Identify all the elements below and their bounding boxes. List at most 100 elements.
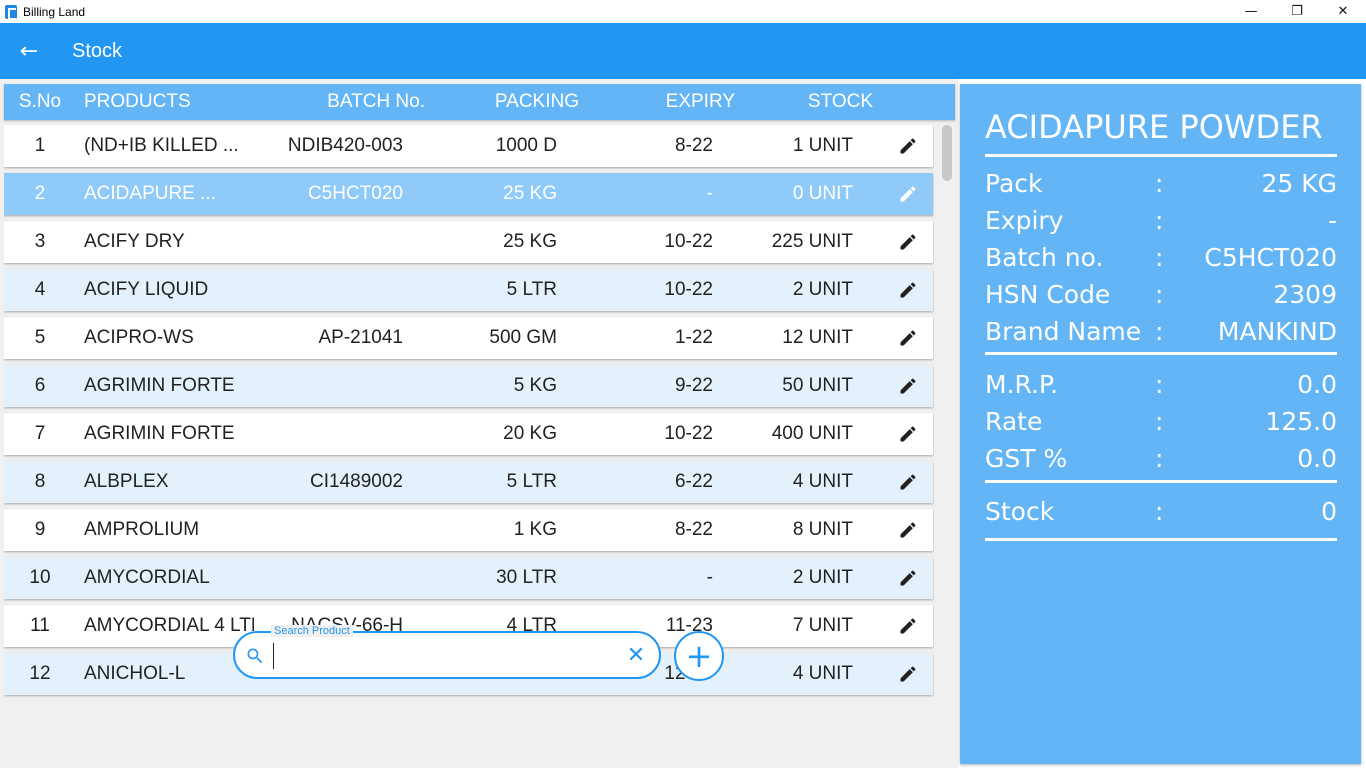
header-expiry: EXPIRY xyxy=(665,91,735,112)
stock-table-body: 1 (ND+IB KILLED ... NDIB420-003 1000 D 8-22 1… xyxy=(4,125,934,698)
row-batch: C5HCT020 xyxy=(307,183,403,204)
row-sno: 9 xyxy=(34,519,46,540)
detail-divider xyxy=(985,154,1337,157)
row-stock: 50 UNIT xyxy=(782,375,853,396)
table-row[interactable]: 4 ACIFY LIQUID 5 LTR 10-22 2 UNIT xyxy=(4,269,933,311)
row-product: AGRIMIN FORTE xyxy=(84,423,235,444)
detail-field-colon: : xyxy=(1155,370,1164,399)
detail-field-value: 0.0 xyxy=(1297,370,1337,399)
app-bar: ← Stock xyxy=(0,23,1366,79)
edit-pencil-icon[interactable] xyxy=(897,519,919,541)
row-sno: 7 xyxy=(34,423,46,444)
row-stock: 225 UNIT xyxy=(771,231,853,252)
edit-pencil-icon[interactable] xyxy=(897,135,919,157)
detail-field-colon: : xyxy=(1155,169,1164,198)
detail-field: Brand Name: MANKIND xyxy=(985,317,1337,353)
detail-divider xyxy=(985,480,1337,483)
detail-field-label: Expiry xyxy=(985,206,1064,235)
table-row[interactable]: 7 AGRIMIN FORTE 20 KG 10-22 400 UNIT xyxy=(4,413,933,455)
edit-pencil-icon[interactable] xyxy=(897,375,919,397)
row-sno: 11 xyxy=(30,615,50,636)
detail-field-value: MANKIND xyxy=(1217,317,1337,346)
table-row[interactable]: 6 AGRIMIN FORTE 5 KG 9-22 50 UNIT xyxy=(4,365,933,407)
header-products: PRODUCTS xyxy=(84,91,191,112)
row-packing: 25 KG xyxy=(503,231,557,252)
row-stock: 0 UNIT xyxy=(792,183,853,204)
table-row[interactable]: 8 ALBPLEX CI1489002 5 LTR 6-22 4 UNIT xyxy=(4,461,933,503)
add-product-button[interactable]: + xyxy=(674,631,724,681)
table-row[interactable]: 3 ACIFY DRY 25 KG 10-22 225 UNIT xyxy=(4,221,933,263)
row-expiry: - xyxy=(706,567,713,588)
row-batch: CI1489002 xyxy=(310,471,403,492)
detail-field-value: 25 KG xyxy=(1261,169,1337,198)
app-logo-icon xyxy=(5,4,17,20)
stock-list-panel: S.No PRODUCTS BATCH No. PACKING EXPIRY S… xyxy=(0,79,958,768)
row-stock: 2 UNIT xyxy=(792,279,853,300)
search-field[interactable]: Search Product ✕ xyxy=(233,625,661,679)
search-icon xyxy=(247,648,263,664)
edit-pencil-icon[interactable] xyxy=(897,183,919,205)
row-expiry: 10-22 xyxy=(664,231,713,252)
table-row[interactable]: 10 AMYCORDIAL 30 LTR - 2 UNIT xyxy=(4,557,933,599)
edit-pencil-icon[interactable] xyxy=(897,615,919,637)
detail-field-colon: : xyxy=(1155,407,1164,436)
detail-field: Pack: 25 KG xyxy=(985,169,1337,205)
header-sno: S.No xyxy=(18,91,62,112)
row-batch: AP-21041 xyxy=(318,327,403,348)
detail-field-label: Batch no. xyxy=(985,243,1104,272)
page-title: Stock xyxy=(72,39,123,62)
row-stock: 1 UNIT xyxy=(792,135,853,156)
clear-search-icon[interactable]: ✕ xyxy=(625,645,647,667)
minimize-button[interactable]: — xyxy=(1228,0,1274,23)
row-product: ALBPLEX xyxy=(84,471,169,492)
table-row[interactable]: 9 AMPROLIUM 1 KG 8-22 8 UNIT xyxy=(4,509,933,551)
row-expiry: 10-22 xyxy=(664,279,713,300)
row-sno: 6 xyxy=(34,375,46,396)
detail-field: Stock: 0 xyxy=(985,497,1337,533)
restore-button[interactable]: ❐ xyxy=(1274,0,1320,23)
row-expiry: - xyxy=(706,183,713,204)
list-scrollbar[interactable] xyxy=(940,125,954,698)
table-row[interactable]: 5 ACIPRO-WS AP-21041 500 GM 1-22 12 UNIT xyxy=(4,317,933,359)
row-sno: 1 xyxy=(34,135,46,156)
detail-field: Batch no.: C5HCT020 xyxy=(985,243,1337,279)
detail-field-colon: : xyxy=(1155,444,1164,473)
row-sno: 2 xyxy=(34,183,46,204)
edit-pencil-icon[interactable] xyxy=(897,423,919,445)
table-row[interactable]: 1 (ND+IB KILLED ... NDIB420-003 1000 D 8-22 1… xyxy=(4,125,933,167)
row-packing: 20 KG xyxy=(503,423,557,444)
edit-pencil-icon[interactable] xyxy=(897,471,919,493)
header-stock: STOCK xyxy=(807,91,873,112)
row-expiry: 8-22 xyxy=(674,519,713,540)
detail-product-name: ACIDAPURE POWDER xyxy=(985,108,1323,146)
edit-pencil-icon[interactable] xyxy=(897,231,919,253)
search-input[interactable] xyxy=(273,643,613,669)
row-product: ACIFY DRY xyxy=(84,231,185,252)
scrollbar-thumb[interactable] xyxy=(942,125,952,181)
product-detail-panel: ACIDAPURE POWDER Pack: 25 KG Expiry: - Batch… xyxy=(960,84,1361,764)
row-sno: 5 xyxy=(34,327,46,348)
back-arrow-icon[interactable]: ← xyxy=(14,36,44,66)
row-packing: 1 KG xyxy=(513,519,557,540)
window-titlebar: Billing Land — ❐ ✕ xyxy=(0,0,1366,23)
detail-field: Expiry: - xyxy=(985,206,1337,242)
detail-field-colon: : xyxy=(1155,317,1164,346)
row-packing: 5 LTR xyxy=(506,279,557,300)
window-title: Billing Land xyxy=(23,4,86,19)
detail-field-value: - xyxy=(1327,206,1337,235)
edit-pencil-icon[interactable] xyxy=(897,663,919,685)
detail-divider xyxy=(985,538,1337,541)
row-stock: 12 UNIT xyxy=(782,327,853,348)
detail-field-label: GST % xyxy=(985,444,1068,473)
row-sno: 8 xyxy=(34,471,46,492)
close-button[interactable]: ✕ xyxy=(1320,0,1366,23)
row-product: AMPROLIUM xyxy=(84,519,200,540)
row-packing: 30 LTR xyxy=(496,567,557,588)
row-packing: 500 GM xyxy=(489,327,557,348)
row-product: ACIPRO-WS xyxy=(84,327,194,348)
table-row[interactable]: 2 ACIDAPURE ... C5HCT020 25 KG - 0 UNIT xyxy=(4,173,933,215)
edit-pencil-icon[interactable] xyxy=(897,327,919,349)
edit-pencil-icon[interactable] xyxy=(897,279,919,301)
row-stock: 4 UNIT xyxy=(792,663,853,684)
edit-pencil-icon[interactable] xyxy=(897,567,919,589)
